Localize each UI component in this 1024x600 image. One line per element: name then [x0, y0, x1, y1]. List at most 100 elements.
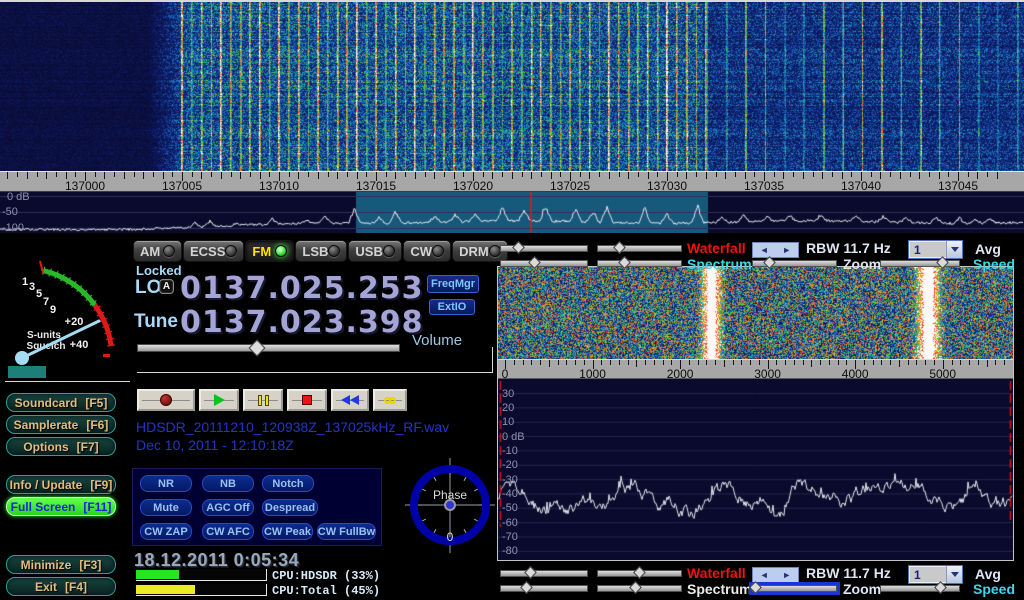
frequency-tick	[95, 172, 96, 177]
waterfall-brightness-slider-top[interactable]	[597, 245, 682, 252]
main-waterfall[interactable]	[0, 2, 1024, 171]
tune-label: Tune	[134, 311, 178, 333]
audio-frequency-scale[interactable]: 010002000300040005000	[498, 359, 1013, 379]
waterfall-contrast-slider-top[interactable]	[500, 245, 588, 252]
menu-button-info-update[interactable]: Info / Update[F9]	[6, 475, 116, 494]
volume-slider-thumb[interactable]	[249, 340, 266, 357]
dsp-button-cw-afc[interactable]: CW AFC	[202, 523, 254, 540]
zoom-label-top: Zoom	[843, 256, 881, 272]
squelch-marker[interactable]	[103, 354, 110, 357]
mode-button-lsb[interactable]: LSB	[295, 240, 347, 262]
freqmgr-button[interactable]: FreqMgr	[427, 275, 479, 293]
spectrum-contrast-slider-bottom-thumb[interactable]	[520, 581, 533, 594]
audio-db-label: 30	[502, 388, 514, 400]
audio-waterfall[interactable]	[498, 267, 1013, 359]
dsp-button-agc-off[interactable]: AGC Off	[202, 499, 254, 516]
avg-select-top[interactable]: 1	[908, 240, 963, 259]
hdsdr-window: 1370001370051370101370151370201370251370…	[0, 0, 1024, 600]
frequency-tick	[7, 172, 8, 179]
waterfall-brightness-slider-bottom-thumb[interactable]	[633, 566, 646, 579]
frequency-tick	[444, 172, 445, 177]
lo-auto-badge[interactable]: A	[159, 279, 174, 294]
spectrum-brightness-slider-top-thumb[interactable]	[619, 256, 632, 269]
zoom-slider-top-thumb[interactable]	[764, 256, 777, 269]
chevron-down-icon[interactable]	[946, 241, 962, 258]
pause-button[interactable]	[243, 389, 283, 411]
dsp-button-mute[interactable]: Mute	[140, 499, 192, 516]
frequency-tick	[900, 172, 901, 179]
squelch-indicator[interactable]	[8, 366, 46, 378]
mode-button-fm[interactable]: FM	[245, 240, 294, 262]
menu-button-minimize[interactable]: Minimize[F3]	[6, 555, 116, 574]
main-spectrum-0db-label: 0 dB	[7, 191, 30, 203]
mode-button-ecss[interactable]: ECSS	[183, 240, 244, 262]
mode-button-cw[interactable]: CW	[403, 240, 451, 262]
arrow-left-icon[interactable]: ◄	[760, 245, 769, 255]
spectrum-label-top[interactable]: Spectrum	[687, 256, 752, 272]
tune-frequency-value[interactable]: 0137.023.398	[180, 305, 424, 340]
arrow-right-icon[interactable]: ►	[782, 570, 791, 580]
dsp-button-notch[interactable]: Notch	[262, 475, 314, 492]
spectrum-contrast-slider-bottom[interactable]	[500, 585, 588, 592]
audio-frequency-tick	[645, 360, 646, 365]
dsp-button-nb[interactable]: NB	[202, 475, 254, 492]
menu-button-full-screen[interactable]: Full Screen[F11]	[6, 497, 116, 516]
dsp-button-cw-peak[interactable]: CW Peak	[262, 523, 313, 540]
menu-button-fkey: [F9]	[90, 478, 112, 492]
spectrum-contrast-slider-top-thumb[interactable]	[529, 256, 542, 269]
dsp-button-cw-fullbw[interactable]: CW FullBw	[317, 523, 376, 540]
mode-button-am[interactable]: AM	[133, 240, 182, 262]
extio-button[interactable]: ExtIO	[429, 299, 475, 315]
spectrum-label-bottom[interactable]: Spectrum	[687, 581, 752, 597]
zoom-slider-top[interactable]	[752, 260, 837, 267]
audio-frequency-tick	[558, 360, 559, 365]
frequency-tick	[531, 172, 532, 179]
audio-spectrum[interactable]	[498, 379, 1013, 560]
menu-button-fkey: [F7]	[77, 440, 99, 454]
frequency-tick	[783, 172, 784, 179]
menu-button-samplerate[interactable]: Samplerate[F6]	[6, 415, 116, 434]
frequency-tick	[890, 172, 891, 177]
phase-dial[interactable]: Phase 0	[404, 454, 496, 556]
frequency-tick	[240, 172, 241, 179]
spectrum-brightness-slider-top[interactable]	[597, 260, 682, 267]
zoom-slider-bottom[interactable]	[752, 585, 837, 592]
menu-button-options[interactable]: Options[F7]	[6, 437, 116, 456]
mode-button-bar: AMECSSFMLSBUSBCWDRM	[133, 240, 491, 262]
speed-slider-top[interactable]	[880, 260, 960, 267]
waterfall-contrast-slider-bottom-thumb[interactable]	[524, 566, 537, 579]
dsp-button-despread[interactable]: Despread	[262, 499, 318, 516]
dsp-button-cw-zap[interactable]: CW ZAP	[140, 523, 192, 540]
dsp-button-nr[interactable]: NR	[140, 475, 192, 492]
audio-db-label: -30	[502, 474, 518, 486]
chevron-down-icon[interactable]	[946, 566, 962, 583]
rewind-button[interactable]	[331, 389, 369, 411]
speed-slider-bottom[interactable]	[880, 585, 960, 592]
main-spectrum[interactable]	[0, 192, 1024, 233]
lo-frequency-value[interactable]: 0137.025.253	[180, 271, 424, 306]
loop-button[interactable]	[373, 389, 407, 411]
spectrum-contrast-slider-top[interactable]	[500, 260, 588, 267]
arrow-left-icon[interactable]: ◄	[760, 570, 769, 580]
waterfall-scroll-arrows-top[interactable]: ◄►	[752, 242, 799, 258]
volume-slider[interactable]	[137, 344, 400, 352]
waterfall-label-bottom[interactable]: Waterfall	[687, 565, 746, 581]
main-frequency-scale[interactable]: 1370001370051370101370151370201370251370…	[0, 171, 1024, 192]
waterfall-contrast-slider-top-thumb[interactable]	[512, 241, 525, 254]
play-button[interactable]	[199, 389, 239, 411]
spectrum-brightness-slider-bottom-thumb[interactable]	[629, 581, 642, 594]
menu-button-soundcard[interactable]: Soundcard[F5]	[6, 393, 116, 412]
waterfall-contrast-slider-bottom[interactable]	[500, 570, 588, 577]
frequency-tick	[46, 172, 47, 179]
menu-button-exit[interactable]: Exit[F4]	[6, 577, 116, 596]
waterfall-scroll-arrows-bottom[interactable]: ◄►	[752, 567, 799, 583]
spectrum-brightness-slider-bottom[interactable]	[597, 585, 682, 592]
mode-button-usb[interactable]: USB	[348, 240, 402, 262]
waterfall-brightness-slider-top-thumb[interactable]	[614, 241, 627, 254]
avg-select-bottom[interactable]: 1	[908, 565, 963, 584]
arrow-right-icon[interactable]: ►	[782, 245, 791, 255]
record-button[interactable]	[137, 389, 195, 411]
stop-button[interactable]	[287, 389, 327, 411]
waterfall-brightness-slider-bottom[interactable]	[597, 570, 682, 577]
waterfall-label-top[interactable]: Waterfall	[687, 240, 746, 256]
